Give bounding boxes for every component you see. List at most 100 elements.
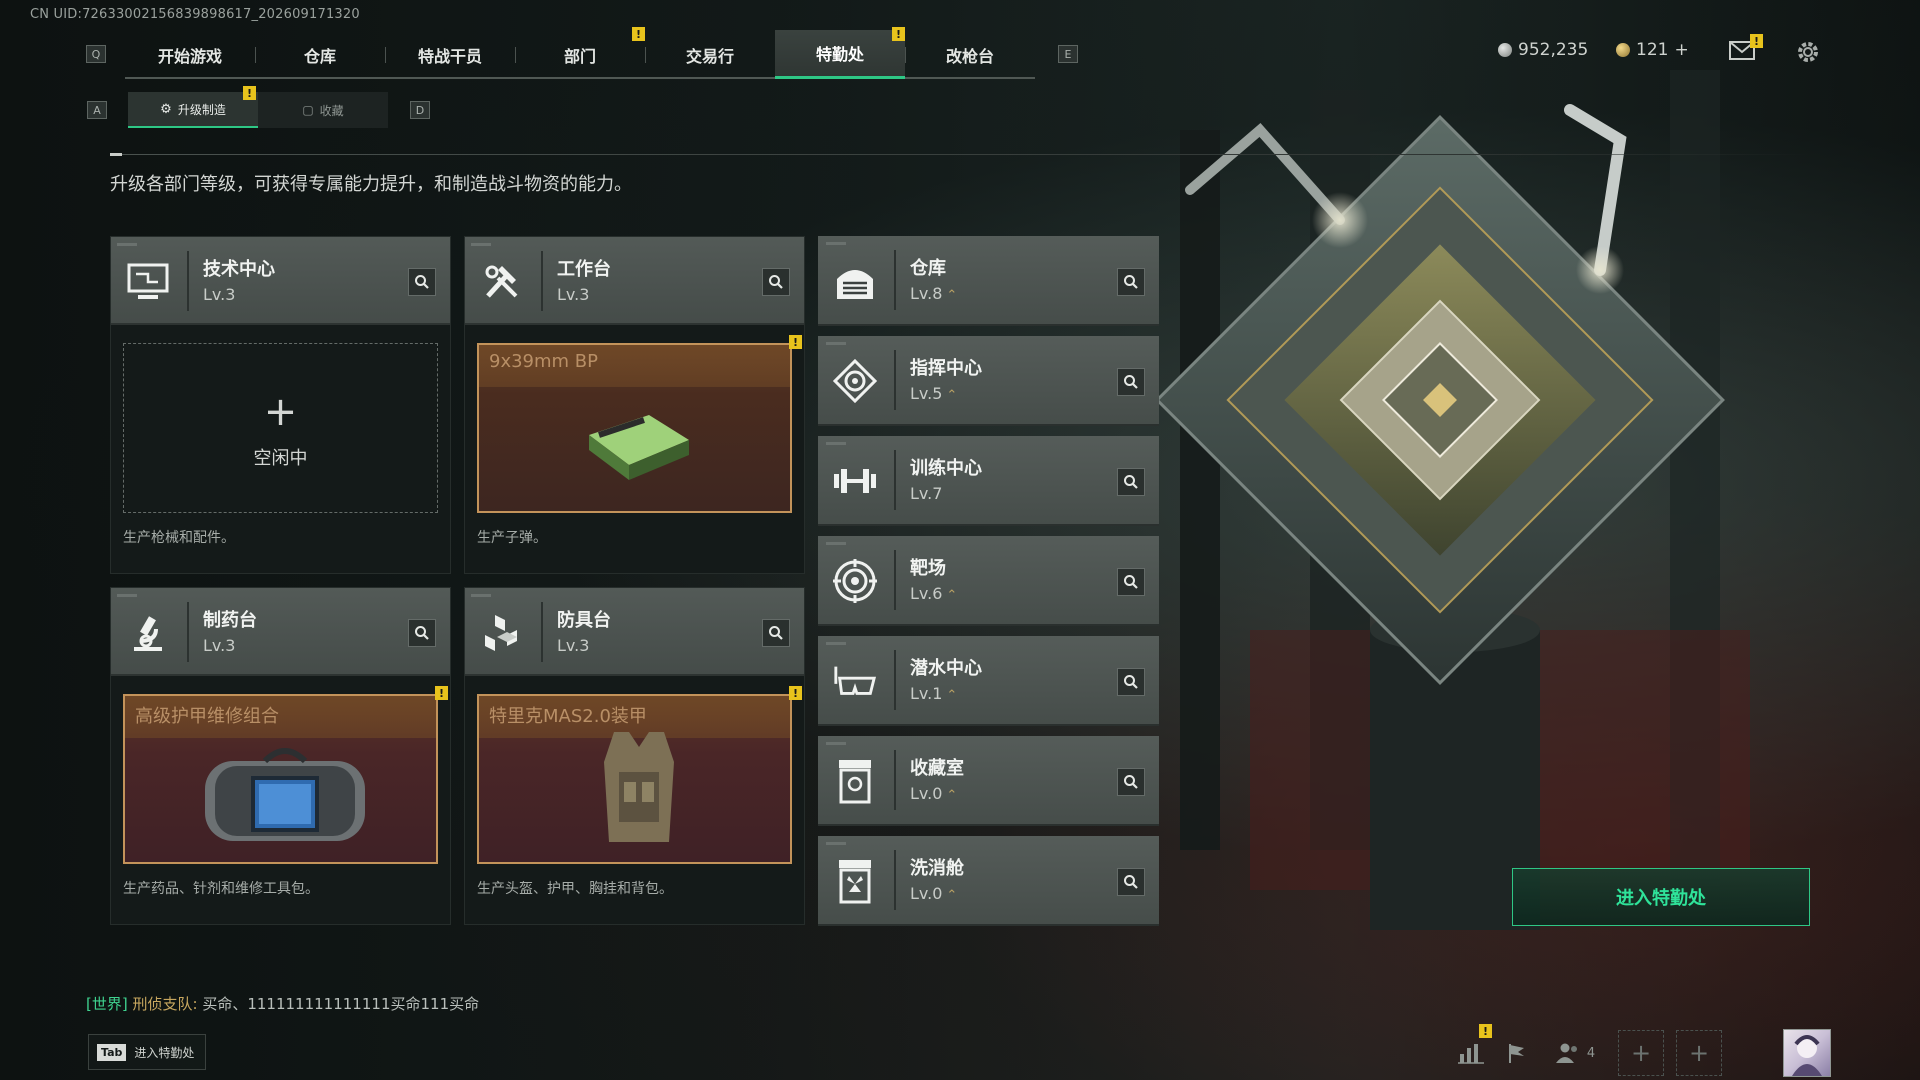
collection-icon — [832, 758, 878, 804]
production-slot[interactable]: 9x39mm BP ! — [477, 335, 802, 513]
facility-level: Lv.0 ⌃ — [910, 884, 957, 903]
search-icon[interactable] — [1117, 368, 1145, 396]
add-teammate-slot-2[interactable]: + — [1676, 1030, 1722, 1076]
header-separator — [894, 250, 896, 310]
search-icon[interactable] — [1117, 868, 1145, 896]
tab-shortcut-hint[interactable]: Tab 进入特勤处 — [88, 1034, 206, 1070]
bottom-toolbar: ! 4 + + — [1448, 1024, 1722, 1076]
settings-gear-icon[interactable] — [1794, 38, 1822, 66]
notification-badge: ! — [632, 27, 645, 41]
header-separator — [187, 602, 189, 662]
search-icon[interactable] — [1117, 268, 1145, 296]
tab-department[interactable]: 部门 ! — [515, 27, 645, 79]
header-separator — [894, 450, 896, 510]
production-slot[interactable]: 高级护甲维修组合 ! — [123, 686, 448, 864]
world-chat-line[interactable]: [世界] 刑侦支队: 买命、111111111111111买命111买命 — [86, 993, 479, 1014]
slot-item-name: 9x39mm BP — [479, 345, 790, 387]
header-mark — [471, 243, 491, 246]
facility-name: 训练中心 — [910, 458, 982, 479]
tab-gunsmith[interactable]: 改枪台 — [905, 30, 1035, 79]
cubes-icon — [479, 610, 525, 656]
facility-name: 收藏室 — [910, 758, 964, 779]
silver-currency: 952,235 — [1498, 40, 1588, 60]
tab-special-ops[interactable]: 特勤处 ! — [775, 27, 905, 79]
storage-icon — [832, 258, 878, 304]
subtab-collection[interactable]: ▢ 收藏 — [258, 92, 388, 128]
facility-level: Lv.0 ⌃ — [910, 784, 957, 803]
search-icon[interactable] — [1117, 568, 1145, 596]
computer-icon — [125, 259, 171, 305]
squad-button[interactable]: 4 — [1540, 1030, 1610, 1076]
header-mark — [117, 243, 137, 246]
subtab-upgrade-craft[interactable]: ⚙ 升级制造 ! — [128, 86, 258, 128]
facility-name: 指挥中心 — [910, 358, 982, 379]
level-text: Lv.0 — [910, 884, 943, 903]
facility-level: Lv.6 ⌃ — [910, 584, 957, 603]
search-icon[interactable] — [1117, 768, 1145, 796]
header-mark — [471, 594, 491, 597]
search-icon[interactable] — [762, 619, 790, 647]
facility-decon-chamber[interactable]: 洗消舱 Lv.0 ⌃ — [818, 836, 1159, 926]
header-separator — [894, 650, 896, 710]
dept-header[interactable]: 防具台 Lv.3 — [465, 588, 804, 676]
facility-training-center[interactable]: 训练中心 Lv.7 — [818, 436, 1159, 526]
upgrade-arrow-icon: ⌃ — [946, 888, 958, 903]
facility-name: 仓库 — [910, 258, 946, 279]
dept-level: Lv.3 — [203, 636, 236, 655]
header-separator — [541, 602, 543, 662]
mail-badge: ! — [1750, 34, 1763, 48]
special-ops-scene — [1155, 70, 1750, 930]
search-icon[interactable] — [1117, 468, 1145, 496]
level-text: Lv.0 — [910, 784, 943, 803]
dept-level: Lv.3 — [557, 636, 590, 655]
search-icon[interactable] — [762, 268, 790, 296]
facility-storage[interactable]: 仓库 Lv.8 ⌃ — [818, 236, 1159, 326]
notification-badge: ! — [1479, 1024, 1492, 1038]
microscope-icon — [125, 610, 171, 656]
production-slot-idle[interactable]: + 空闲中 — [123, 343, 438, 513]
flag-icon[interactable] — [1494, 1030, 1540, 1076]
facility-level: Lv.5 ⌃ — [910, 384, 957, 403]
tab-operators[interactable]: 特战干员 — [385, 30, 515, 79]
facility-name: 靶场 — [910, 558, 946, 579]
next-subtab-key-hint: D — [410, 101, 430, 119]
add-gold-button[interactable]: + — [1674, 40, 1688, 60]
mail-icon[interactable]: ! — [1728, 34, 1763, 62]
search-icon[interactable] — [408, 619, 436, 647]
tab-trading[interactable]: 交易行 — [645, 30, 775, 79]
gold-currency[interactable]: 121 + — [1616, 40, 1689, 60]
ammo-box-image — [589, 415, 689, 480]
tab-key: Tab — [97, 1043, 127, 1061]
header-mark — [826, 842, 846, 845]
header-separator — [894, 350, 896, 410]
tab-warehouse[interactable]: 仓库 — [255, 30, 385, 79]
level-text: Lv.1 — [910, 684, 943, 703]
dept-header[interactable]: 工作台 Lv.3 — [465, 237, 804, 325]
facility-collection-room[interactable]: 收藏室 Lv.0 ⌃ — [818, 736, 1159, 826]
facility-shooting-range[interactable]: 靶场 Lv.6 ⌃ — [818, 536, 1159, 626]
stats-chart-icon[interactable]: ! — [1448, 1024, 1494, 1076]
dept-card-pharmacy: 制药台 Lv.3 高级护甲维修组合 ! 生产药品、针剂和维修工具包。 — [110, 587, 451, 925]
divider-mark — [110, 153, 122, 156]
dept-header[interactable]: 制药台 Lv.3 — [111, 588, 450, 676]
search-icon[interactable] — [408, 268, 436, 296]
header-mark — [117, 594, 137, 597]
search-icon[interactable] — [1117, 668, 1145, 696]
header-mark — [826, 642, 846, 645]
slot-item-name: 高级护甲维修组合 — [125, 696, 436, 738]
facility-command-center[interactable]: 指挥中心 Lv.5 ⌃ — [818, 336, 1159, 426]
prev-subtab-key-hint: A — [87, 101, 107, 119]
player-avatar[interactable] — [1783, 1029, 1831, 1077]
hammer-wrench-icon — [479, 259, 525, 305]
tab-start-game[interactable]: 开始游戏 — [125, 30, 255, 79]
silver-amount: 952,235 — [1518, 40, 1589, 60]
dept-header[interactable]: 技术中心 Lv.3 — [111, 237, 450, 325]
plus-icon: + — [1630, 1039, 1652, 1067]
upgrade-arrow-icon: ⌃ — [946, 288, 958, 303]
facility-diving-center[interactable]: 潜水中心 Lv.1 ⌃ — [818, 636, 1159, 726]
production-slot[interactable]: 特里克MAS2.0装甲 ! — [477, 686, 802, 864]
header-mark — [826, 242, 846, 245]
enter-special-ops-button[interactable]: 进入特勤处 — [1512, 868, 1810, 926]
subtab-label: 升级制造 — [177, 102, 226, 117]
add-teammate-slot-1[interactable]: + — [1618, 1030, 1664, 1076]
